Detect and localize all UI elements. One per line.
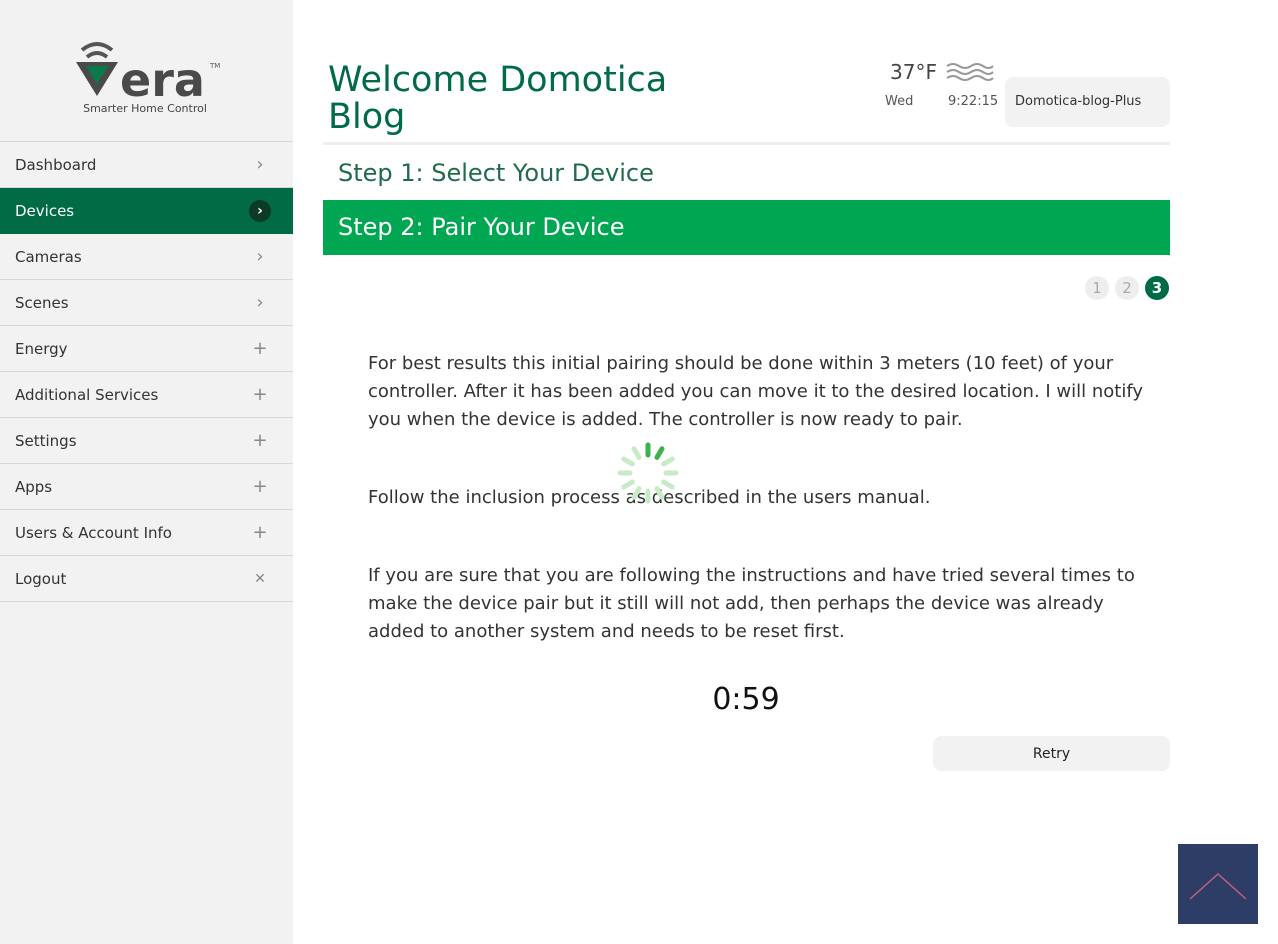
nav-label: Scenes <box>15 293 69 312</box>
chevron-up-icon <box>1189 872 1247 900</box>
plus-icon: + <box>252 338 268 359</box>
retry-button[interactable]: Retry <box>933 736 1170 771</box>
sidebar-item-scenes[interactable]: Scenes › <box>0 280 293 326</box>
sidebar-item-dashboard[interactable]: Dashboard › <box>0 142 293 188</box>
plus-icon: + <box>252 476 268 497</box>
nav-label: Devices <box>15 201 75 220</box>
spinner-segment <box>621 456 635 467</box>
spinner-segment <box>631 486 642 500</box>
countdown-timer: 0:59 <box>712 682 780 717</box>
wizard-pagination: 1 2 3 <box>1085 276 1169 300</box>
chevron-right-icon: › <box>249 199 271 222</box>
sidebar-nav: Dashboard › Devices › Cameras › Scenes › Ene… <box>0 141 293 602</box>
sidebar-item-energy[interactable]: Energy + <box>0 326 293 372</box>
nav-label: Users & Account Info <box>15 523 172 542</box>
loading-spinner-icon <box>617 442 679 504</box>
sidebar-item-users-account[interactable]: Users & Account Info + <box>0 510 293 556</box>
spinner-segment <box>654 446 665 460</box>
spinner-segment <box>661 456 675 467</box>
sidebar-item-apps[interactable]: Apps + <box>0 464 293 510</box>
header-divider <box>323 142 1170 145</box>
troubleshooting-text: If you are sure that you are following t… <box>368 565 1135 642</box>
page-1-indicator: 1 <box>1085 276 1109 300</box>
spinner-segment <box>621 479 635 490</box>
scroll-to-top-button[interactable] <box>1178 844 1258 924</box>
nav-label: Logout <box>15 569 67 588</box>
nav-label: Apps <box>15 477 53 496</box>
page-2-indicator: 2 <box>1115 276 1139 300</box>
spinner-segment <box>661 479 675 490</box>
chevron-right-icon: › <box>256 246 264 267</box>
pairing-instructions: For best results this initial pairing sh… <box>368 353 1144 430</box>
spinner-segment <box>654 486 665 500</box>
clock-time: 9:22:15 <box>948 94 999 109</box>
controller-selector[interactable]: Domotica-blog-Plus <box>1005 77 1170 127</box>
nav-label: Dashboard <box>15 155 97 174</box>
plus-icon: + <box>252 430 268 451</box>
sidebar-item-logout[interactable]: Logout ✕ <box>0 556 293 602</box>
svg-text:era: era <box>120 53 205 103</box>
plus-icon: + <box>252 384 268 405</box>
plus-icon: + <box>252 522 268 543</box>
weather-fog-icon <box>946 63 994 81</box>
nav-label: Settings <box>15 431 77 450</box>
nav-label: Additional Services <box>15 385 159 404</box>
close-icon: ✕ <box>254 570 266 587</box>
chevron-right-icon: › <box>256 292 264 313</box>
chevron-right-icon: › <box>256 154 264 175</box>
page-title: Welcome Domotica Blog <box>328 60 668 137</box>
inclusion-instructions: Follow the inclusion process as describe… <box>368 487 931 508</box>
spinner-segment <box>631 446 642 460</box>
nav-label: Energy <box>15 339 68 358</box>
sidebar-item-additional-services[interactable]: Additional Services + <box>0 372 293 418</box>
temperature: 37°F <box>890 60 937 84</box>
sidebar-item-settings[interactable]: Settings + <box>0 418 293 464</box>
logo-tagline: Smarter Home Control <box>83 102 207 115</box>
sidebar-item-cameras[interactable]: Cameras › <box>0 234 293 280</box>
weather-day: Wed <box>885 94 914 109</box>
step-1-header[interactable]: Step 1: Select Your Device <box>323 146 1170 200</box>
page-3-indicator: 3 <box>1145 276 1169 300</box>
nav-label: Cameras <box>15 247 82 266</box>
vera-logo[interactable]: era TM Smarter Home Control <box>70 38 230 123</box>
step-2-header: Step 2: Pair Your Device <box>323 200 1170 255</box>
svg-text:TM: TM <box>209 62 220 70</box>
sidebar-item-devices[interactable]: Devices › <box>0 188 293 234</box>
sidebar: era TM Smarter Home Control Dashboard › D… <box>0 0 293 944</box>
